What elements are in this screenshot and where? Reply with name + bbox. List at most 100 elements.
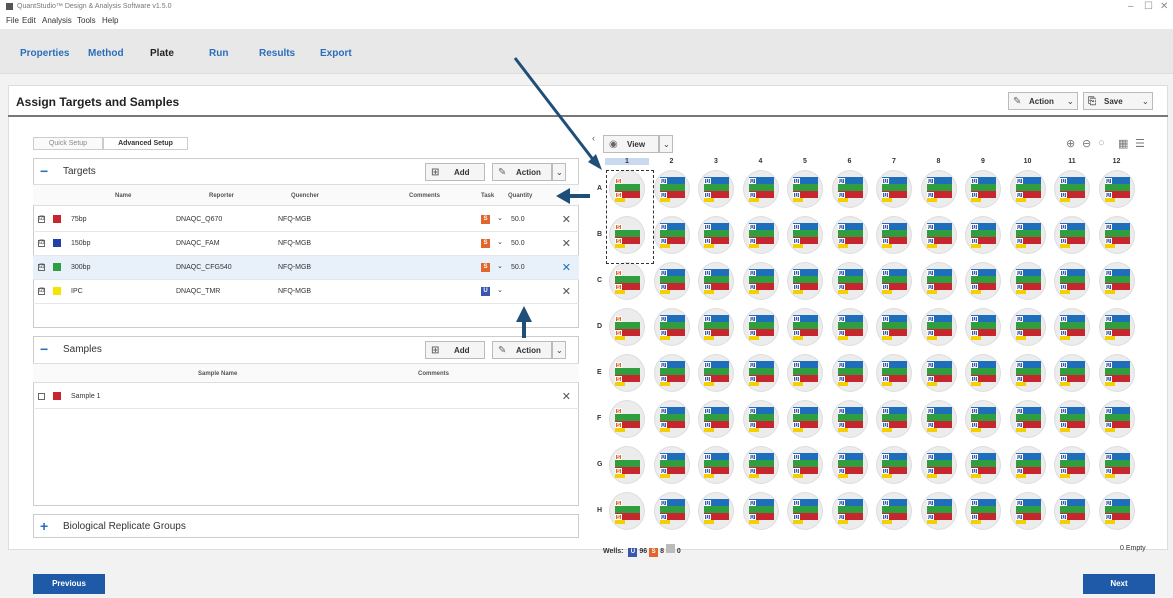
plate-well[interactable]: UU	[698, 400, 734, 438]
plate-well[interactable]: UU	[920, 446, 957, 484]
plate-well[interactable]: UU	[698, 354, 734, 392]
sample-row[interactable]: Sample 1 ✕	[33, 385, 579, 409]
plate-well[interactable]: UU	[698, 492, 734, 530]
plate-column-header[interactable]: 12	[1095, 158, 1139, 165]
sample-checkbox[interactable]	[38, 393, 45, 400]
plate-well[interactable]: UU	[831, 262, 868, 300]
plate-well[interactable]: UU	[742, 446, 779, 484]
delete-icon[interactable]: ✕	[562, 285, 571, 298]
collapse-panel-icon[interactable]: ‹	[592, 133, 595, 143]
plate-well[interactable]: UU	[653, 308, 690, 346]
plate-well[interactable]: UU	[965, 400, 1001, 438]
plate-well[interactable]: UU	[1054, 170, 1090, 208]
view-dropdown[interactable]: ⌄	[659, 135, 673, 153]
target-name[interactable]: IPC	[71, 288, 83, 295]
tab-export[interactable]: Export	[320, 48, 352, 59]
samples-action-dropdown[interactable]: ⌄	[552, 341, 566, 359]
tab-properties[interactable]: Properties	[20, 48, 69, 59]
plate-well[interactable]: UU	[787, 170, 823, 208]
plate-well[interactable]: SS	[609, 308, 645, 346]
target-quencher[interactable]: NFQ-MGB	[278, 216, 311, 223]
list-view-icon[interactable]: ☰	[1135, 137, 1145, 150]
target-reporter[interactable]: DNAQC_TMR	[176, 288, 220, 295]
plate-well[interactable]: UU	[876, 400, 912, 438]
plate-column-header[interactable]: 5	[783, 158, 827, 165]
plate-well[interactable]: UU	[653, 400, 690, 438]
collapse-icon[interactable]: −	[40, 341, 48, 357]
plate-column-header[interactable]: 1	[605, 158, 649, 165]
plate-well[interactable]: UU	[1054, 492, 1090, 530]
plate-well[interactable]: UU	[1098, 400, 1135, 438]
samples-action-button[interactable]: ✎ Action	[492, 341, 552, 359]
plate-column-header[interactable]: 4	[739, 158, 783, 165]
target-reporter[interactable]: DNAQC_Q670	[176, 216, 222, 223]
plate-well[interactable]: UU	[653, 170, 690, 208]
collapse-icon[interactable]: −	[40, 163, 48, 179]
plate-well[interactable]: SS	[609, 492, 645, 530]
tab-quick-setup[interactable]: Quick Setup	[33, 137, 103, 150]
plate-row-header[interactable]: A	[597, 185, 602, 192]
target-checkbox[interactable]: ☑	[38, 240, 45, 247]
targets-action-button[interactable]: ✎ Action	[492, 163, 552, 181]
task-icon[interactable]: S	[481, 263, 490, 272]
plate-well[interactable]: UU	[920, 400, 957, 438]
target-quantity[interactable]: 50.0	[511, 240, 525, 247]
task-dropdown[interactable]: ⌄	[497, 214, 503, 222]
plate-column-header[interactable]: 9	[961, 158, 1005, 165]
plate-well[interactable]: UU	[831, 216, 868, 254]
task-icon[interactable]: S	[481, 239, 490, 248]
target-row[interactable]: ☑ IPC DNAQC_TMR NFQ-MGB U ⌄ ✕	[33, 280, 579, 304]
plate-well[interactable]: UU	[1009, 170, 1046, 208]
page-save-button[interactable]: ⎘ Save ⌄	[1083, 92, 1153, 110]
delete-icon[interactable]: ✕	[562, 261, 571, 274]
plate-well[interactable]: UU	[653, 492, 690, 530]
plate-well[interactable]: UU	[742, 354, 779, 392]
plate-well[interactable]: UU	[831, 354, 868, 392]
maximize-icon[interactable]: ☐	[1144, 1, 1153, 12]
plate-well[interactable]: UU	[1098, 170, 1135, 208]
target-name[interactable]: 150bp	[71, 240, 90, 247]
plate-well[interactable]: UU	[965, 262, 1001, 300]
delete-icon[interactable]: ✕	[562, 213, 571, 226]
plate-well[interactable]: UU	[831, 446, 868, 484]
plate-well[interactable]: UU	[1098, 492, 1135, 530]
plate-well[interactable]: UU	[1054, 446, 1090, 484]
plate-well[interactable]: UU	[653, 216, 690, 254]
tab-method[interactable]: Method	[88, 48, 124, 59]
plate-well[interactable]: UU	[876, 308, 912, 346]
plate-row-header[interactable]: D	[597, 323, 602, 330]
plate-well[interactable]: UU	[876, 170, 912, 208]
plate-well[interactable]: UU	[1098, 308, 1135, 346]
plate-well[interactable]: UU	[920, 354, 957, 392]
target-row[interactable]: ☑ 300bp DNAQC_CFG540 NFQ-MGB S ⌄ 50.0 ✕	[33, 256, 579, 280]
plate-well[interactable]: UU	[965, 216, 1001, 254]
expand-icon[interactable]: +	[40, 518, 48, 534]
plate-well[interactable]: UU	[653, 446, 690, 484]
target-row[interactable]: ☑ 150bp DNAQC_FAM NFQ-MGB S ⌄ 50.0 ✕	[33, 232, 579, 256]
plate-well[interactable]: UU	[965, 170, 1001, 208]
plate-well[interactable]: UU	[876, 492, 912, 530]
plate-well[interactable]: UU	[742, 262, 779, 300]
plate-well[interactable]: UU	[1054, 262, 1090, 300]
plate-well[interactable]: UU	[698, 170, 734, 208]
plate-well[interactable]: UU	[1054, 308, 1090, 346]
plate-column-header[interactable]: 6	[828, 158, 872, 165]
plate-well[interactable]: UU	[1009, 492, 1046, 530]
plate-well[interactable]: UU	[787, 354, 823, 392]
plate-well[interactable]: UU	[920, 216, 957, 254]
plate-well[interactable]: UU	[1054, 216, 1090, 254]
menu-file[interactable]: File	[6, 16, 19, 25]
plate-row-header[interactable]: B	[597, 231, 602, 238]
plate-well[interactable]: UU	[742, 492, 779, 530]
sample-name[interactable]: Sample 1	[71, 393, 101, 400]
plate-column-header[interactable]: 11	[1050, 158, 1094, 165]
plate-well[interactable]: SS	[609, 262, 645, 300]
plate-well[interactable]: UU	[787, 262, 823, 300]
menu-tools[interactable]: Tools	[77, 16, 96, 25]
next-button[interactable]: Next	[1083, 574, 1155, 594]
menu-help[interactable]: Help	[102, 16, 118, 25]
target-checkbox[interactable]: ☑	[38, 288, 45, 295]
plate-well[interactable]: UU	[787, 308, 823, 346]
menu-analysis[interactable]: Analysis	[42, 16, 72, 25]
plate-well[interactable]: UU	[1098, 446, 1135, 484]
